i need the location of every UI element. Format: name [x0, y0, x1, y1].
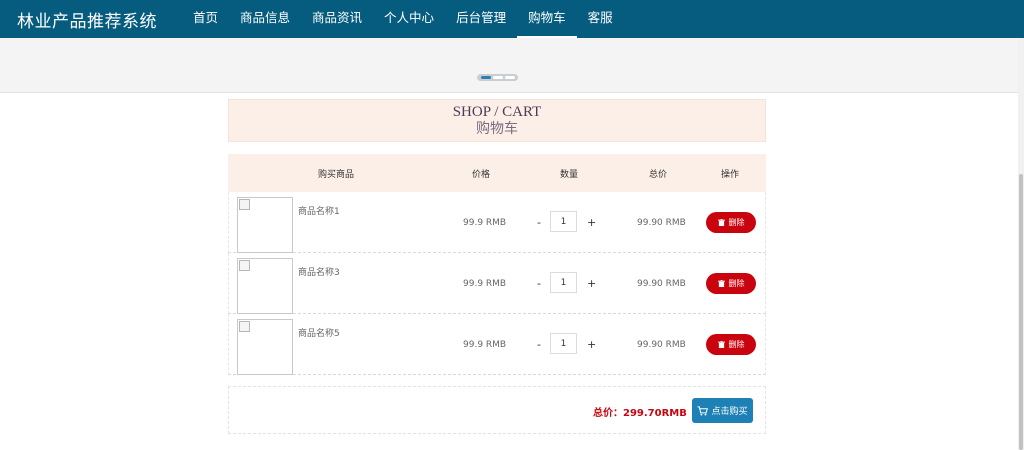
nav-item-profile[interactable]: 个人中心 — [373, 0, 445, 38]
nav-item-products[interactable]: 商品信息 — [229, 0, 301, 38]
section-title: SHOP / CART 购物车 — [228, 99, 766, 142]
carousel-indicators — [477, 74, 518, 81]
buy-label: 点击购买 — [711, 407, 748, 417]
row-subtotal: 99.90 RMB — [637, 279, 686, 289]
carousel-dot[interactable] — [504, 76, 515, 79]
product-price: 99.9 RMB — [463, 340, 507, 350]
cart-summary: 总价：299.70RMB 点击购买 — [228, 386, 766, 434]
delete-button[interactable]: 删除 — [706, 273, 756, 294]
product-name[interactable]: 商品名称1 — [298, 204, 340, 217]
nav-item-home[interactable]: 首页 — [182, 0, 229, 38]
increase-quantity-button[interactable]: + — [587, 216, 596, 229]
cart-total: 总价：299.70RMB — [593, 408, 687, 419]
carousel-dot[interactable] — [480, 76, 491, 79]
product-name[interactable]: 商品名称5 — [298, 326, 340, 339]
quantity-input[interactable] — [550, 211, 577, 232]
nav-item-service[interactable]: 客服 — [577, 0, 624, 38]
table-row: 商品名称5 99.9 RMB - + 99.90 RMB 删除 — [228, 314, 766, 375]
table-header: 购买商品 价格 数量 总价 操作 — [228, 154, 766, 192]
table-row: 商品名称3 99.9 RMB - + 99.90 RMB 删除 — [228, 253, 766, 314]
title-chinese: 购物车 — [476, 122, 518, 137]
row-subtotal: 99.90 RMB — [637, 340, 686, 350]
header-action: 操作 — [721, 170, 740, 180]
delete-button[interactable]: 删除 — [706, 334, 756, 355]
trash-icon — [717, 280, 725, 287]
trash-icon — [717, 341, 725, 348]
header-total: 总价 — [649, 170, 668, 180]
product-image[interactable] — [237, 319, 293, 375]
increase-quantity-button[interactable]: + — [587, 277, 596, 290]
decrease-quantity-button[interactable]: - — [537, 338, 541, 351]
scrollbar-thumb[interactable] — [1019, 174, 1023, 450]
trash-icon — [717, 219, 725, 226]
product-name[interactable]: 商品名称3 — [298, 265, 340, 278]
nav-item-news[interactable]: 商品资讯 — [301, 0, 373, 38]
header-quantity: 数量 — [560, 170, 579, 180]
decrease-quantity-button[interactable]: - — [537, 277, 541, 290]
increase-quantity-button[interactable]: + — [587, 338, 596, 351]
delete-button[interactable]: 删除 — [706, 212, 756, 233]
delete-label: 删除 — [728, 279, 745, 288]
main-nav: 首页 商品信息 商品资讯 个人中心 后台管理 购物车 客服 — [182, 0, 624, 38]
delete-label: 删除 — [728, 218, 745, 227]
header-price: 价格 — [472, 170, 491, 180]
delete-label: 删除 — [728, 340, 745, 349]
product-price: 99.9 RMB — [463, 279, 507, 289]
nav-item-admin[interactable]: 后台管理 — [445, 0, 517, 38]
header-product: 购买商品 — [318, 170, 355, 180]
page-scrollbar[interactable] — [1018, 38, 1024, 450]
title-english: SHOP / CART — [452, 104, 542, 120]
product-image[interactable] — [237, 258, 293, 314]
buy-button[interactable]: 点击购买 — [692, 398, 753, 423]
top-navbar: 林业产品推荐系统 首页 商品信息 商品资讯 个人中心 后台管理 购物车 客服 — [0, 0, 1024, 38]
quantity-input[interactable] — [550, 333, 577, 354]
banner-carousel — [0, 38, 1018, 93]
site-brand[interactable]: 林业产品推荐系统 — [17, 7, 157, 32]
decrease-quantity-button[interactable]: - — [537, 216, 541, 229]
cart-icon — [697, 405, 709, 416]
quantity-input[interactable] — [550, 272, 577, 293]
cart-table: 购买商品 价格 数量 总价 操作 商品名称1 99.9 RMB - + 99.9… — [228, 154, 766, 375]
nav-item-cart[interactable]: 购物车 — [517, 0, 577, 38]
table-row: 商品名称1 99.9 RMB - + 99.90 RMB 删除 — [228, 192, 766, 253]
carousel-dot[interactable] — [492, 76, 503, 79]
product-image[interactable] — [237, 197, 293, 253]
product-price: 99.9 RMB — [463, 218, 507, 228]
row-subtotal: 99.90 RMB — [637, 218, 686, 228]
